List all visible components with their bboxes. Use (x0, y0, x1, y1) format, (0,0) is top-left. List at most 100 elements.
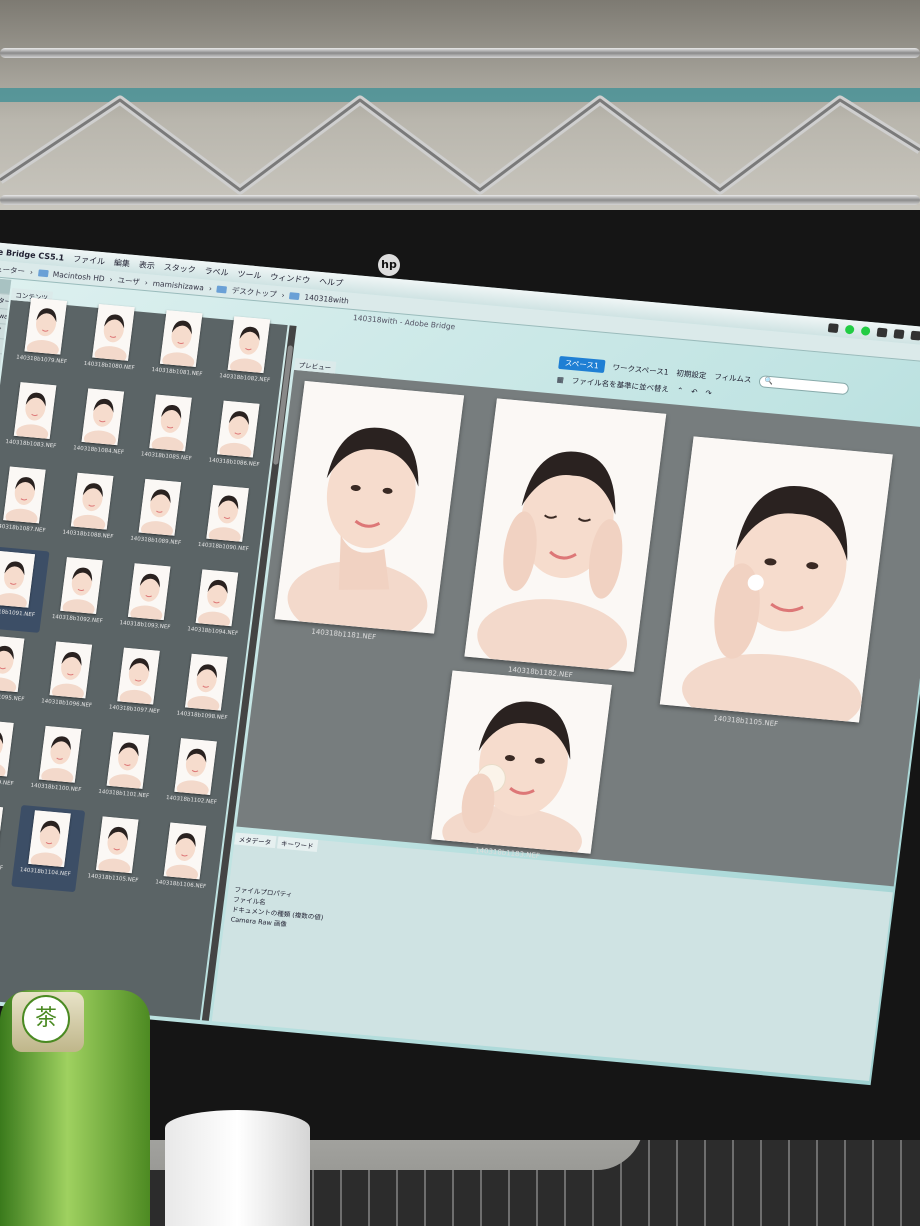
menu-tools[interactable]: ツール (237, 268, 262, 281)
thumbnail-item[interactable]: 140318b1096.NEF (33, 636, 107, 723)
app-name[interactable]: Adobe Bridge CS5.1 (0, 245, 65, 262)
thumbnail-image (149, 394, 192, 452)
path-computer[interactable]: コンピューター (0, 261, 26, 277)
preview-image-2[interactable] (464, 398, 667, 672)
thumbnail-item[interactable]: 140318b1095.NEF (0, 630, 39, 717)
thumbnail-filename: 140318b1082.NEF (218, 373, 271, 384)
thumbnail-item[interactable]: 140318b1084.NEF (65, 383, 139, 470)
thumbnail-filename: 140318b1081.NEF (151, 367, 203, 378)
thumbnail-image (0, 804, 4, 861)
thumbnail-item[interactable]: 140318b1088.NEF (54, 467, 128, 554)
thumbnail-item[interactable]: 140318b1092.NEF (43, 552, 117, 639)
path-desktop[interactable]: デスクトップ (231, 284, 277, 299)
thumbnail-filename: 140318b1084.NEF (72, 445, 125, 456)
preview-caption-3: 140318b1105.NEF (712, 714, 779, 729)
thumbnail-item[interactable]: 140318b1083.NEF (0, 377, 71, 464)
thumbnail-image (3, 466, 46, 524)
menu-label[interactable]: ラベル (204, 265, 229, 278)
adobe-bridge-window: Adobe Bridge CS5.1 ファイル 編集 表示 スタック ラベル ツ… (0, 240, 920, 1086)
display-status-icon[interactable] (876, 327, 888, 337)
menu-stack[interactable]: スタック (163, 261, 196, 275)
thumbnail-item[interactable]: 140318b1104.NEF (11, 804, 86, 893)
time-machine-icon[interactable] (893, 328, 905, 339)
thumbnail-item[interactable]: 140318b1098.NEF (168, 649, 242, 736)
thumbnail-image (117, 647, 160, 705)
path-macintosh-hd[interactable]: Macintosh HD (52, 269, 105, 283)
thumbnail-filename: 140318b1103.NEF (0, 860, 4, 872)
thumbnail-image (216, 400, 260, 458)
path-users[interactable]: ユーザ (117, 274, 141, 287)
thumbnail-item[interactable]: 140318b1100.NEF (22, 721, 96, 808)
preview-caption-1: 140318b1181.NEF (310, 627, 377, 642)
thumbnail-item[interactable]: 140318b1105.NEF (79, 811, 153, 898)
thumbnail-item[interactable]: 140318b1085.NEF (132, 389, 206, 476)
thumbnail-image (92, 303, 135, 361)
thumbnail-filename: 140318b1094.NEF (186, 626, 239, 637)
thumbnail-filename: 140318b1083.NEF (5, 439, 57, 450)
view-grid-icon[interactable]: ▦ (556, 375, 564, 385)
preview-panel: プレビュー 140318b1181.NEF 140318b1182.NEF 14… (236, 357, 920, 887)
thumbnail-filename: 140318b1100.NEF (30, 782, 82, 794)
path-current-folder[interactable]: 140318with (304, 292, 349, 305)
thumbnail-filename: 140318b1089.NEF (129, 535, 182, 547)
thumbnail-filename: 140318b1080.NEF (83, 360, 135, 372)
rack-wire-bottom (0, 195, 920, 205)
thumbnail-image (24, 297, 68, 355)
preview-tab[interactable]: プレビュー (294, 357, 336, 374)
status-green-icon[interactable] (844, 324, 855, 334)
preview-image-3[interactable] (659, 436, 893, 723)
thumbnail-item[interactable]: 140318b1079.NEF (7, 293, 81, 380)
thumbnail-item[interactable]: 140318b1082.NEF (211, 311, 285, 398)
portrait-photo-cotton-pad (431, 670, 612, 854)
thumbnail-image (163, 822, 207, 880)
thumbnail-item[interactable]: 140318b1081.NEF (143, 305, 217, 392)
menu-edit[interactable]: 編集 (113, 257, 130, 269)
thumbnail-filename: 140318b1092.NEF (51, 613, 103, 625)
thumbnail-image (0, 635, 25, 693)
rotate-right-icon[interactable]: ↷ (705, 388, 712, 398)
thumbnail-item[interactable]: 140318b1086.NEF (200, 395, 274, 482)
metadata-multiple-values: (複数の値) (291, 911, 324, 922)
folder-icon-2 (216, 285, 228, 293)
thumbnail-image (206, 485, 249, 542)
thumbnail-item[interactable]: 140318b1091.NEF (0, 545, 50, 633)
thumbnail-image (195, 569, 239, 627)
thumbnail-item[interactable]: 140318b1089.NEF (122, 474, 196, 561)
preview-image-4[interactable] (431, 670, 612, 854)
thumbnail-image (127, 563, 171, 621)
menu-file[interactable]: ファイル (73, 253, 106, 267)
thumbnail-image (49, 641, 93, 699)
thumbnail-filename: 140318b1097.NEF (108, 704, 161, 716)
thumbnail-item[interactable]: 140318b1102.NEF (157, 733, 231, 820)
bluetooth-icon[interactable] (910, 330, 920, 341)
thumbnail-item[interactable]: 140318b1106.NEF (147, 817, 221, 904)
menu-window[interactable]: ウィンドウ (270, 271, 311, 286)
workspace-tab-1[interactable]: ワークスペース1 (612, 362, 669, 378)
thumbnail-filename: 140318b1096.NEF (40, 698, 93, 709)
thumbnail-image (95, 816, 139, 874)
thumbnail-item[interactable]: 140318b1097.NEF (100, 642, 174, 729)
adobe-status-icon[interactable] (827, 322, 839, 333)
path-user[interactable]: mamishizawa (152, 278, 204, 292)
thumbnail-item[interactable]: 140318b1093.NEF (111, 558, 185, 645)
preview-image-1[interactable] (274, 380, 465, 634)
rotate-left-icon[interactable]: ↶ (691, 387, 698, 397)
thumbnail-filename: 140318b1095.NEF (0, 692, 25, 703)
menu-view[interactable]: 表示 (138, 259, 155, 271)
thumbnail-item[interactable]: 140318b1101.NEF (90, 727, 164, 814)
status-green-icon-2[interactable] (860, 325, 871, 336)
thumbnail-item[interactable]: 140318b1090.NEF (189, 480, 263, 567)
workspace-tab-active[interactable]: スペース1 (558, 355, 606, 373)
thumbnail-item[interactable]: 140318b1087.NEF (0, 461, 60, 548)
thumbnail-item[interactable]: 140318b1080.NEF (75, 299, 149, 386)
monitor-screen: Adobe Bridge CS5.1 ファイル 編集 表示 スタック ラベル ツ… (0, 240, 920, 1086)
workspace-tab-film[interactable]: フィルムス (714, 371, 752, 385)
sort-direction-icon[interactable]: ⌃ (676, 386, 683, 396)
thumbnail-image (13, 382, 57, 440)
thumbnail-image (81, 388, 125, 446)
thumbnail-filename: 140318b1087.NEF (0, 523, 46, 535)
thumbnail-item[interactable]: 140318b1094.NEF (179, 564, 253, 651)
workspace-tab-default[interactable]: 初期設定 (676, 368, 707, 382)
thumbnail-filename: 140318b1090.NEF (197, 541, 250, 553)
menu-help[interactable]: ヘルプ (318, 275, 344, 288)
